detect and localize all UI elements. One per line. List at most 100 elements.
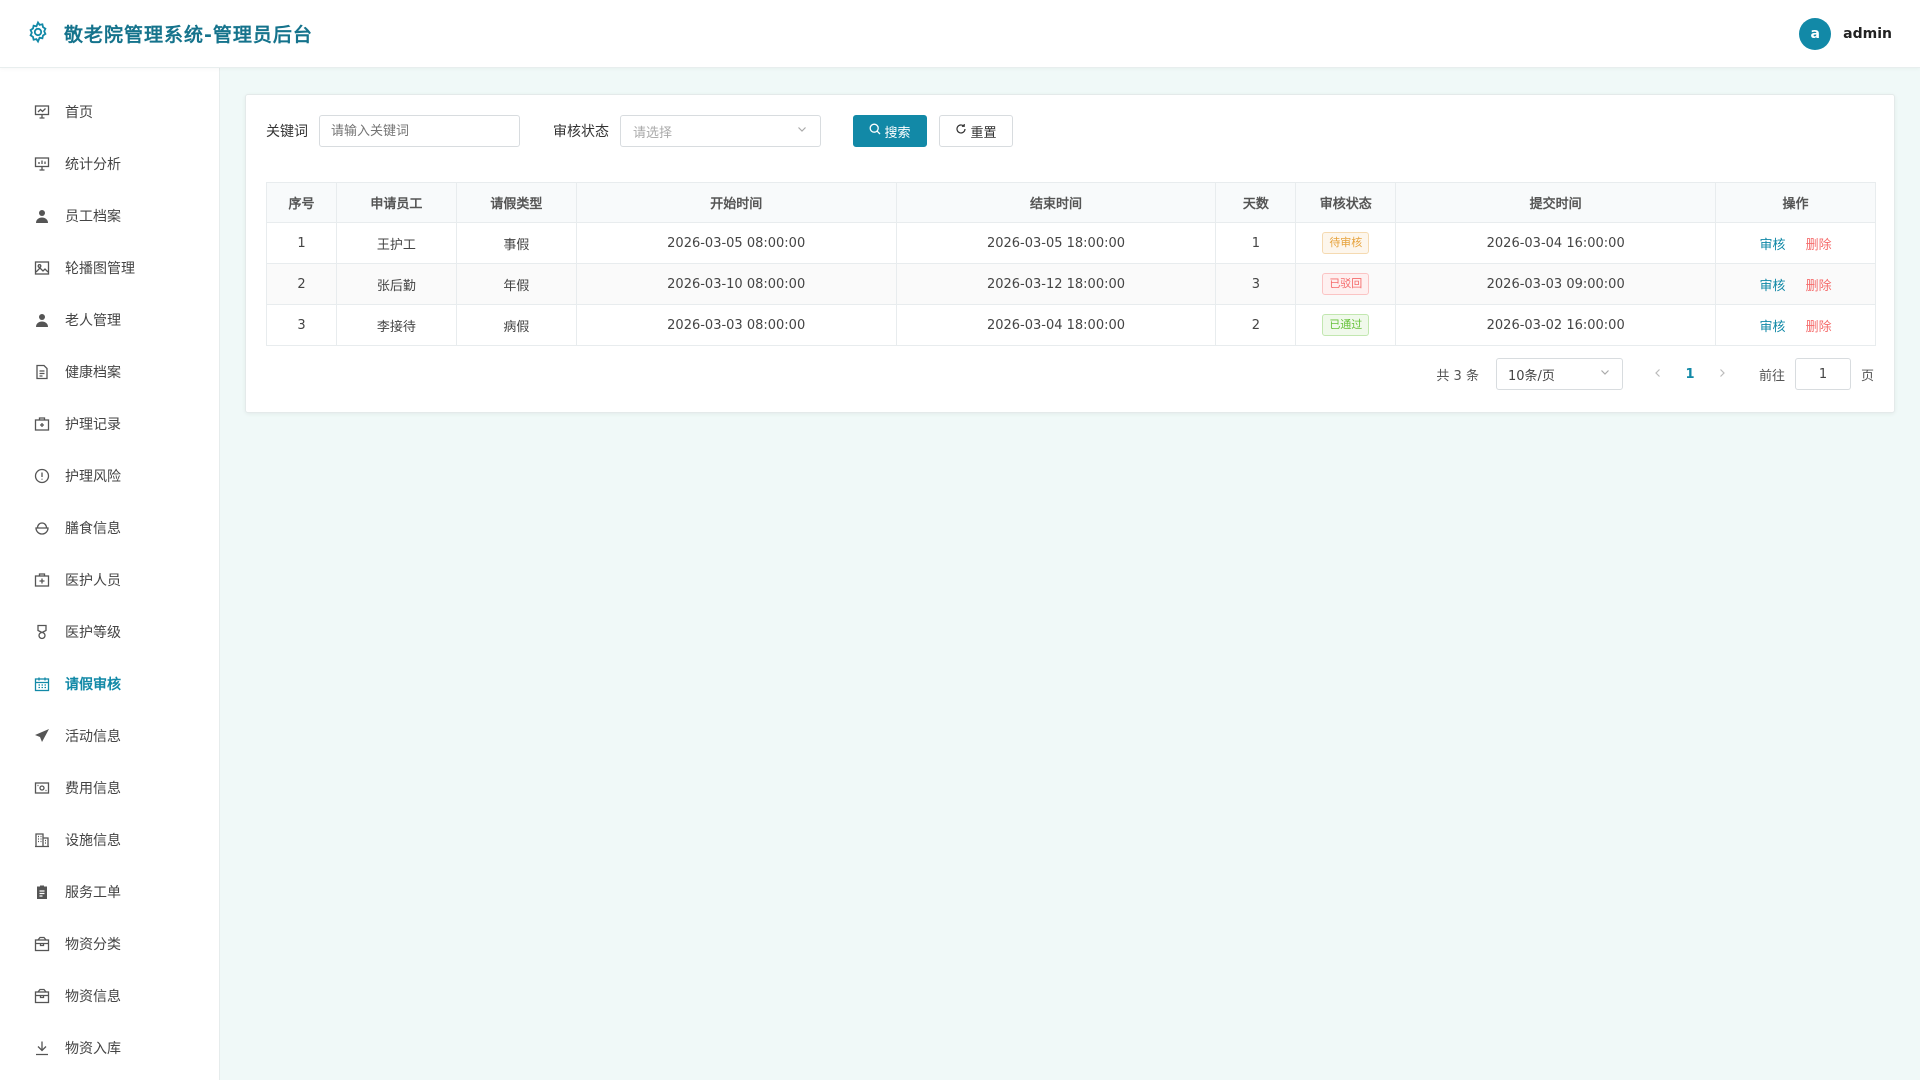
user-icon	[33, 311, 51, 329]
leave-table: 序号 申请员工 请假类型 开始时间 结束时间 天数 审核状态 提交时间 操作 1…	[266, 182, 1876, 346]
sidebar-item-facilities[interactable]: 设施信息	[0, 814, 219, 866]
sidebar-item-leave-review[interactable]: 请假审核	[0, 658, 219, 710]
chevron-down-icon	[796, 123, 808, 139]
cell-no: 3	[266, 304, 337, 346]
cell-type: 事假	[455, 222, 577, 264]
cell-submitted: 2026-03-02 16:00:00	[1395, 304, 1717, 346]
sidebar-item-label: 服务工单	[65, 885, 121, 901]
sidebar-item-care-risk[interactable]: 护理风险	[0, 450, 219, 502]
chevron-left-icon	[1655, 368, 1660, 377]
column-header: 提交时间	[1395, 182, 1717, 223]
leave-review-panel: 关键词 审核状态 请选择 搜索 重置 序号 申请员工 请假类型 开始时间 结束时…	[245, 94, 1895, 413]
sidebar-item-supply-inbound[interactable]: 物资入库	[0, 1022, 219, 1074]
audit-button[interactable]: 审核	[1759, 279, 1785, 294]
table-row: 2 张后勤 年假 2026-03-10 08:00:00 2026-03-12 …	[266, 263, 1876, 305]
cell-start: 2026-03-10 08:00:00	[575, 263, 897, 305]
cell-actions: 审核 删除	[1715, 263, 1876, 305]
sidebar-item-elderly[interactable]: 老人管理	[0, 294, 219, 346]
sidebar-item-label: 活动信息	[65, 729, 121, 745]
audit-button[interactable]: 审核	[1759, 320, 1785, 335]
pagination: 共 3 条 10条/页 1 前往 1 页	[1436, 358, 1874, 390]
cell-actions: 审核 删除	[1715, 222, 1876, 264]
user-menu[interactable]: a admin	[1799, 17, 1892, 50]
sidebar-item-supply-info[interactable]: 物资信息	[0, 970, 219, 1022]
username[interactable]: admin	[1843, 26, 1892, 42]
sidebar-item-health-records[interactable]: 健康档案	[0, 346, 219, 398]
page-size-value: 10条/页	[1507, 368, 1555, 384]
keyword-label: 关键词	[266, 124, 308, 140]
status-label: 审核状态	[553, 124, 609, 140]
next-page-button[interactable]	[1707, 367, 1737, 382]
cell-end: 2026-03-04 18:00:00	[895, 304, 1217, 346]
cell-days: 1	[1215, 222, 1297, 264]
search-icon	[869, 123, 881, 139]
sidebar-item-home[interactable]: 首页	[0, 86, 219, 138]
sidebar-item-meals[interactable]: 膳食信息	[0, 502, 219, 554]
table-row: 3 李接待 病假 2026-03-03 08:00:00 2026-03-04 …	[266, 304, 1876, 346]
sidebar-item-staff-files[interactable]: 员工档案	[0, 190, 219, 242]
cell-end: 2026-03-12 18:00:00	[895, 263, 1217, 305]
cell-type: 病假	[455, 304, 577, 346]
chevron-down-icon	[1599, 366, 1611, 382]
cell-end: 2026-03-05 18:00:00	[895, 222, 1217, 264]
prev-page-button[interactable]	[1643, 367, 1673, 382]
audit-button[interactable]: 审核	[1759, 238, 1785, 253]
sidebar-item-statistics[interactable]: 统计分析	[0, 138, 219, 190]
page-size-select[interactable]: 10条/页	[1495, 358, 1623, 390]
sidebar-item-label: 统计分析	[65, 157, 121, 173]
sidebar-item-care-records[interactable]: 护理记录	[0, 398, 219, 450]
medal-icon	[33, 623, 51, 641]
column-header: 开始时间	[575, 182, 897, 223]
status-badge: 已通过	[1322, 314, 1370, 336]
goto-page-input[interactable]: 1	[1794, 358, 1851, 390]
document-icon	[33, 363, 51, 381]
column-header: 操作	[1715, 182, 1876, 223]
sidebar-item-care-levels[interactable]: 医护等级	[0, 606, 219, 658]
delete-button[interactable]: 删除	[1806, 238, 1832, 253]
food-bowl-icon	[33, 519, 51, 537]
reset-button-label: 重置	[970, 125, 997, 141]
box-icon	[33, 987, 51, 1005]
sidebar-item-label: 护理风险	[65, 469, 121, 485]
search-button[interactable]: 搜索	[853, 115, 927, 147]
sidebar-item-carousel[interactable]: 轮播图管理	[0, 242, 219, 294]
column-header: 序号	[266, 182, 337, 223]
cell-status: 已驳回	[1295, 263, 1397, 305]
sidebar-item-label: 医护等级	[65, 625, 121, 641]
column-header: 申请员工	[335, 182, 457, 223]
calendar-icon	[33, 675, 51, 693]
cell-days: 2	[1215, 304, 1297, 346]
sidebar-item-label: 员工档案	[65, 209, 121, 225]
page-number[interactable]: 1	[1673, 367, 1707, 382]
sidebar-item-activities[interactable]: 活动信息	[0, 710, 219, 762]
reset-button[interactable]: 重置	[939, 115, 1013, 147]
cell-no: 1	[266, 222, 337, 264]
cell-actions: 审核 删除	[1715, 304, 1876, 346]
status-badge: 已驳回	[1322, 273, 1370, 295]
sidebar-item-fees[interactable]: 费用信息	[0, 762, 219, 814]
status-select[interactable]: 请选择	[620, 115, 821, 147]
sidebar-item-label: 医护人员	[65, 573, 121, 589]
sidebar-item-supply-categories[interactable]: 物资分类	[0, 918, 219, 970]
sidebar-item-label: 请假审核	[65, 677, 121, 693]
column-header: 审核状态	[1295, 182, 1397, 223]
download-icon	[33, 1039, 51, 1057]
sidebar-item-medical-staff[interactable]: 医护人员	[0, 554, 219, 606]
cell-employee: 李接待	[335, 304, 457, 346]
avatar[interactable]: a	[1799, 17, 1832, 50]
presentation-icon	[33, 103, 51, 121]
cell-no: 2	[266, 263, 337, 305]
image-icon	[33, 259, 51, 277]
keyword-input[interactable]	[319, 115, 520, 147]
warning-circle-icon	[33, 467, 51, 485]
sidebar-item-work-orders[interactable]: 服务工单	[0, 866, 219, 918]
brand: 敬老院管理系统-管理员后台	[26, 20, 313, 48]
box-icon	[33, 935, 51, 953]
wallet-icon	[33, 779, 51, 797]
delete-button[interactable]: 删除	[1806, 320, 1832, 335]
filter-bar: 关键词 审核状态 请选择 搜索 重置	[266, 115, 1013, 147]
cell-employee: 张后勤	[335, 263, 457, 305]
delete-button[interactable]: 删除	[1806, 279, 1832, 294]
chart-board-icon	[33, 155, 51, 173]
medical-box-icon	[33, 415, 51, 433]
